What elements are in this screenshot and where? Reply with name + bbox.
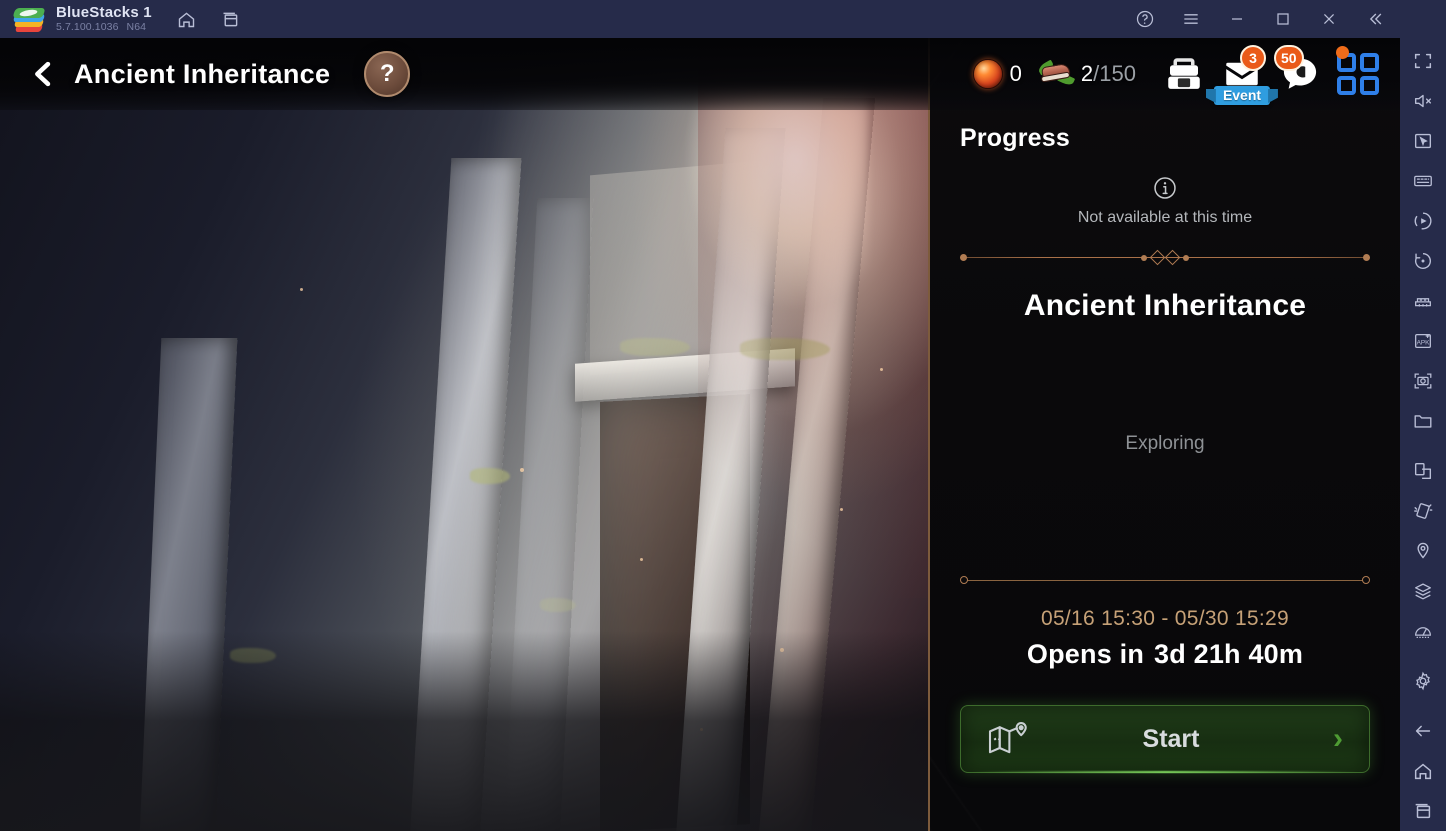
event-ribbon: Event <box>1213 86 1271 105</box>
game-header: Ancient Inheritance ? 0 2/150 3 Event 50 <box>0 38 1400 110</box>
opens-in-row: Opens in 3d 21h 40m <box>960 639 1370 670</box>
stage-status: Exploring <box>1125 433 1205 454</box>
location-icon[interactable] <box>1400 531 1446 571</box>
recents-nav-icon[interactable] <box>1400 791 1446 831</box>
start-button[interactable]: Start › <box>960 705 1370 773</box>
titlebar-quick-icons <box>176 8 242 30</box>
svg-text:APK: APK <box>1417 340 1431 347</box>
availability-block: Not available at this time <box>960 175 1370 227</box>
instance-title-group: BlueStacks 1 5.7.100.1036 N64 <box>56 3 152 34</box>
opens-in-label: Opens in <box>1026 639 1145 669</box>
start-button-label: Start <box>1142 724 1200 753</box>
gem-resource[interactable]: 0 <box>972 59 1022 89</box>
version-row: 5.7.100.1036 N64 <box>56 22 152 33</box>
home-nav-icon[interactable] <box>1400 751 1446 791</box>
version-number: 5.7.100.1036 <box>56 21 119 34</box>
game-viewport: Ancient Inheritance ? 0 2/150 3 Event 50… <box>0 38 1400 831</box>
performance-icon[interactable] <box>1400 611 1446 651</box>
screenshot-icon[interactable] <box>1400 361 1446 401</box>
stamina-value: 2/150 <box>1081 61 1136 87</box>
gem-orb-icon <box>972 59 1003 89</box>
fullscreen-icon[interactable] <box>1400 41 1446 81</box>
install-apk-icon[interactable]: APK <box>1400 321 1446 361</box>
stamina-current: 2 <box>1080 61 1094 86</box>
bluestacks-titlebar: BlueStacks 1 5.7.100.1036 N64 <box>0 0 1400 38</box>
meat-icon <box>1036 59 1076 88</box>
availability-text: Not available at this time <box>1077 209 1253 226</box>
back-button[interactable] <box>20 51 66 97</box>
back-nav-icon[interactable] <box>1400 711 1446 751</box>
simple-divider <box>960 575 1370 585</box>
temple-artwork <box>0 38 928 831</box>
mute-icon[interactable] <box>1400 81 1446 121</box>
bluestacks-window: BlueStacks 1 5.7.100.1036 N64 Ancient In… <box>0 0 1446 831</box>
apps-button[interactable] <box>1332 46 1384 102</box>
event-date-range: 05/16 15:30 - 05/30 15:29 <box>1040 607 1290 630</box>
collapse-sidebar-icon[interactable] <box>1364 8 1386 30</box>
sidebar-top-spacer <box>1400 0 1446 33</box>
mail-button[interactable]: 3 Event <box>1213 45 1271 105</box>
help-button[interactable]: ? <box>364 51 411 97</box>
gem-value: 0 <box>1009 61 1022 86</box>
multi-instance-icon[interactable] <box>220 8 242 30</box>
stamina-resource[interactable]: 2/150 <box>1036 59 1136 88</box>
rotate-icon[interactable] <box>1400 241 1446 281</box>
window-controls <box>1134 0 1400 38</box>
mail-badge: 3 <box>1240 45 1266 71</box>
chat-badge: 50 <box>1274 45 1304 71</box>
cursor-icon[interactable] <box>1400 121 1446 161</box>
minimize-icon[interactable] <box>1226 8 1248 30</box>
help-icon[interactable] <box>1134 8 1156 30</box>
multi-instance-manager-icon[interactable] <box>1400 451 1446 491</box>
home-icon[interactable] <box>176 8 198 30</box>
bluestacks-sidebar: APK <box>1400 0 1446 831</box>
apps-notification-dot <box>1336 46 1349 59</box>
opens-in-time: 3d 21h 40m <box>1154 639 1304 669</box>
maximize-icon[interactable] <box>1272 8 1294 30</box>
page-title: Ancient Inheritance <box>74 58 331 89</box>
instance-name: BlueStacks 1 <box>56 3 152 21</box>
chat-button[interactable]: 50 <box>1274 45 1326 102</box>
ornate-divider <box>960 249 1370 266</box>
bluestacks-logo <box>12 6 46 32</box>
chevron-right-icon: › <box>1333 722 1343 755</box>
info-icon <box>1152 175 1178 201</box>
macro-recorder-icon[interactable] <box>1400 201 1446 241</box>
sidebar-items: APK <box>1400 33 1446 831</box>
backpack-button[interactable] <box>1158 46 1210 102</box>
settings-gear-icon[interactable] <box>1400 661 1446 701</box>
build-tag: N64 <box>126 21 147 34</box>
apps-grid-icon <box>1337 53 1379 95</box>
shake-icon[interactable] <box>1400 491 1446 531</box>
stage-title: Ancient Inheritance <box>1023 289 1307 322</box>
hud-bar: 0 2/150 3 Event 50 <box>972 38 1384 110</box>
progress-panel: Progress Not available at this time Anci… <box>928 38 1400 831</box>
gamepad-icon[interactable] <box>1400 281 1446 321</box>
menu-icon[interactable] <box>1180 8 1202 30</box>
stamina-max: 150 <box>1099 61 1136 86</box>
eco-mode-icon[interactable] <box>1400 571 1446 611</box>
keyboard-controls-icon[interactable] <box>1400 161 1446 201</box>
media-folder-icon[interactable] <box>1400 401 1446 441</box>
close-icon[interactable] <box>1318 8 1340 30</box>
